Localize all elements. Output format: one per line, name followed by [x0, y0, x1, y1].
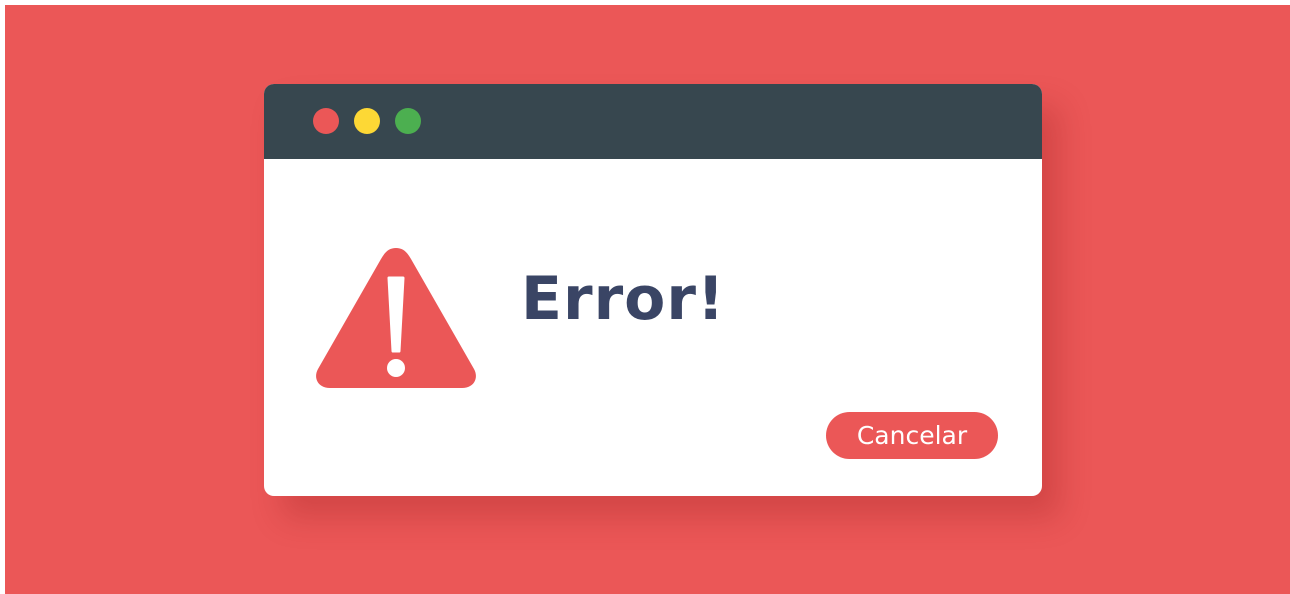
dialog-window: Error! Cancelar: [264, 84, 1042, 496]
maximize-window-button[interactable]: [395, 108, 421, 134]
cancel-button[interactable]: Cancelar: [826, 412, 998, 459]
close-window-button[interactable]: [313, 108, 339, 134]
minimize-window-button[interactable]: [354, 108, 380, 134]
error-title: Error!: [521, 264, 726, 334]
background: Error! Cancelar: [5, 5, 1290, 594]
title-bar: [264, 84, 1042, 159]
warning-triangle-icon: [308, 236, 484, 396]
